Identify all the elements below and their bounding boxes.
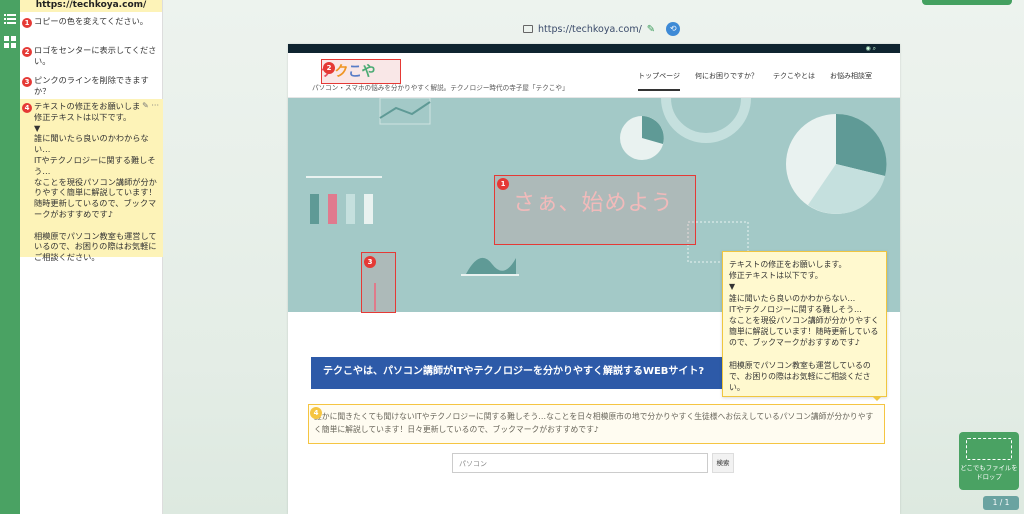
tool-strip [0, 0, 20, 514]
comment-text: コピーの色を変えてください。 [34, 16, 148, 26]
page-url: https://techkoya.com/ [538, 23, 642, 35]
comment-number: 2 [22, 47, 32, 57]
comment-tools[interactable]: ✎ ··· [142, 101, 159, 112]
annotation-box-4[interactable] [308, 404, 885, 444]
nav-item-consult[interactable]: お悩み相談室 [830, 71, 872, 91]
comment-number: 4 [22, 103, 32, 113]
annotation-pin-4[interactable]: 4 [310, 407, 322, 419]
pencil-icon[interactable]: ✎ [647, 24, 655, 35]
comment-number: 3 [22, 77, 32, 87]
main-canvas: https://techkoya.com/ ✎ ⟲ ◉ ⌕ テクこや パソコン・… [163, 0, 1024, 514]
comment-item-active[interactable]: 4 テキストの修正をお願いしま 修正テキストは以下です。 ▼ 誰に聞いたら良いの… [20, 99, 163, 262]
nav-item-top[interactable]: トップページ [638, 71, 680, 91]
comment-item[interactable]: 1 コピーの色を変えてください。 [20, 14, 163, 29]
comment-text: ピンクのラインを削除できますか？ [34, 75, 149, 96]
site-nav: トップページ 何にお困りですか？ テクこやとは お悩み相談室 [638, 71, 872, 91]
top-corner-tab[interactable] [922, 0, 1012, 5]
comment-text: テキストの修正をお願いしま 修正テキストは以下です。 ▼ 誰に聞いたら良いのかわ… [34, 101, 157, 263]
drop-zone-label: どこでもファイルをドロップ [960, 464, 1018, 481]
comment-sidebar: https://techkoya.com/ 1 コピーの色を変えてください。 2… [20, 0, 163, 514]
annotation-pin-1[interactable]: 1 [497, 178, 509, 190]
drop-box-icon [966, 438, 1012, 460]
page-url-bar: https://techkoya.com/ ✎ ⟲ [523, 22, 681, 36]
comment-item[interactable]: 3 ピンクのラインを削除できますか？ [20, 73, 163, 99]
crop-icon[interactable]: ⟲ [666, 22, 681, 36]
site-banner: テクこやは、パソコン講師がITやテクノロジーを分かりやすく解説するWEBサイト? [311, 357, 736, 389]
comment-item[interactable]: 2 ロゴをセンターに表示してください。 [20, 43, 163, 69]
site-topbar: ◉ ⌕ [288, 44, 900, 53]
search-button[interactable]: 検索 [712, 453, 734, 473]
annotation-pin-3[interactable]: 3 [364, 256, 376, 268]
rss-search-icon: ◉ ⌕ [865, 45, 876, 52]
annotation-box-1[interactable] [494, 175, 696, 245]
comment-number: 1 [22, 18, 32, 28]
file-drop-zone[interactable]: どこでもファイルをドロップ [959, 432, 1019, 490]
sidebar-url: https://techkoya.com/ [20, 0, 162, 12]
annotation-pin-2[interactable]: 2 [323, 62, 335, 74]
image-icon [523, 25, 533, 33]
comment-popup: テキストの修正をお願いします。 修正テキストは以下です。 ▼ 誰に聞いたら良いの… [722, 251, 887, 401]
list-view-icon[interactable] [4, 14, 16, 24]
comment-text: ロゴをセンターに表示してください。 [34, 45, 157, 66]
nav-item-about[interactable]: テクこやとは [773, 71, 815, 91]
page-counter: 1 / 1 [983, 496, 1019, 510]
nav-item-help[interactable]: 何にお困りですか？ [695, 71, 758, 91]
grid-view-icon[interactable] [4, 36, 16, 48]
search-input[interactable]: パソコン [452, 453, 708, 473]
